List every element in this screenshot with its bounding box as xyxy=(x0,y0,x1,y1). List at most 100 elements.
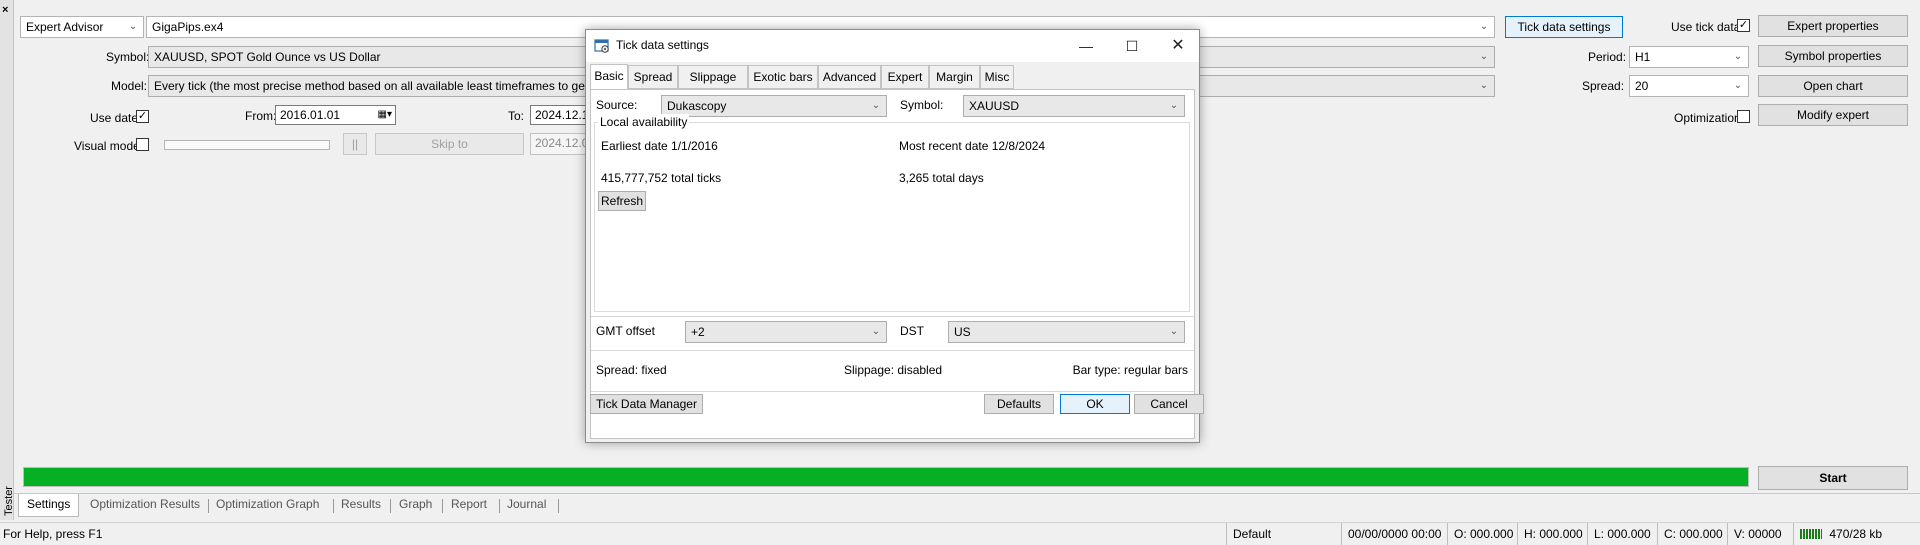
symbol-label: Symbol: xyxy=(106,50,150,64)
dialog-titlebar[interactable]: Tick data settings — ☐ ✕ xyxy=(586,30,1199,62)
most-recent-date: Most recent date 12/8/2024 xyxy=(899,139,1046,153)
gmt-offset-value: +2 xyxy=(691,325,705,339)
close-icon[interactable]: ✕ xyxy=(1168,36,1188,56)
gmt-offset-dropdown[interactable]: +2 ⌄ xyxy=(685,321,887,343)
period-dropdown[interactable]: H1 ⌄ xyxy=(1629,46,1749,68)
tab-separator xyxy=(442,499,443,513)
visual-mode-label: Visual mode xyxy=(74,139,140,153)
source-label: Source: xyxy=(596,98,638,112)
tab-misc[interactable]: Misc xyxy=(980,65,1014,89)
period-label: Period: xyxy=(1588,50,1627,64)
tab-separator xyxy=(558,499,559,513)
spread-value: 20 xyxy=(1635,79,1649,93)
spread-label: Spread: xyxy=(1582,79,1625,93)
visual-mode-checkbox[interactable] xyxy=(136,138,149,151)
spread-info: Spread: fixed xyxy=(596,363,667,377)
close-tester-icon[interactable]: × xyxy=(2,4,8,16)
use-date-checkbox[interactable]: ✓ xyxy=(136,110,149,123)
model-label: Model: xyxy=(111,79,148,93)
local-availability-label: Local availability xyxy=(598,114,690,130)
tab-report[interactable]: Report xyxy=(451,494,487,516)
tick-data-manager-button[interactable]: Tick Data Manager xyxy=(590,394,703,414)
status-close: C: 000.000 xyxy=(1657,523,1734,545)
expert-file-value: GigaPips.ex4 xyxy=(152,20,224,34)
source-dropdown[interactable]: Dukascopy ⌄ xyxy=(661,95,887,117)
optimization-checkbox[interactable] xyxy=(1737,110,1750,123)
from-date-field[interactable]: 2016.01.01 ▦▾ xyxy=(275,105,396,125)
skip-date-field[interactable]: 2024.12.02 xyxy=(530,133,586,155)
tester-side-strip: × Tester xyxy=(0,0,15,520)
tab-optimization-graph[interactable]: Optimization Graph xyxy=(216,494,319,516)
expert-type-value: Expert Advisor xyxy=(26,20,104,34)
to-date-field[interactable]: 2024.12.16 xyxy=(530,105,586,125)
from-label: From: xyxy=(245,109,277,123)
chevron-down-icon: ⌄ xyxy=(128,21,138,32)
chevron-down-icon: ⌄ xyxy=(871,100,881,111)
status-open: O: 000.000 xyxy=(1447,523,1524,545)
dialog-symbol-dropdown[interactable]: XAUUSD ⌄ xyxy=(963,95,1185,117)
refresh-button[interactable]: Refresh xyxy=(598,191,646,211)
pause-button[interactable]: || xyxy=(343,133,367,155)
tab-advanced[interactable]: Advanced xyxy=(818,65,881,89)
maximize-icon[interactable]: ☐ xyxy=(1122,36,1142,56)
expert-type-dropdown[interactable]: Expert Advisor ⌄ xyxy=(20,16,144,38)
tester-tabs: Settings Optimization Results Optimizati… xyxy=(14,493,1920,517)
tab-spread[interactable]: Spread xyxy=(628,65,678,89)
basic-tab-panel: Source: Dukascopy ⌄ Symbol: XAUUSD ⌄ Loc… xyxy=(590,89,1204,439)
source-value: Dukascopy xyxy=(667,99,727,113)
symbol-properties-button[interactable]: Symbol properties xyxy=(1758,45,1908,67)
visual-speed-slider[interactable] xyxy=(164,140,330,150)
use-tick-data-checkbox[interactable]: ✓ xyxy=(1737,19,1750,32)
chevron-down-icon: ⌄ xyxy=(1733,80,1743,91)
tab-expert[interactable]: Expert xyxy=(881,65,929,89)
divider xyxy=(591,391,1194,392)
dst-value: US xyxy=(954,325,971,339)
dialog-symbol-value: XAUUSD xyxy=(969,99,1020,113)
defaults-button[interactable]: Defaults xyxy=(984,394,1054,414)
skip-to-button[interactable]: Skip to xyxy=(375,133,524,155)
tab-settings[interactable]: Settings xyxy=(18,494,80,517)
chevron-down-icon: ⌄ xyxy=(871,326,881,337)
status-high: H: 000.000 xyxy=(1517,523,1594,545)
ok-button[interactable]: OK xyxy=(1060,394,1130,414)
chevron-down-icon: ⌄ xyxy=(1479,21,1489,32)
connection-bars-icon xyxy=(1800,529,1822,539)
tab-results[interactable]: Results xyxy=(341,494,381,516)
tab-margin[interactable]: Margin xyxy=(929,65,980,89)
calendar-dropdown-icon[interactable]: ▦▾ xyxy=(378,106,392,124)
dialog-symbol-label: Symbol: xyxy=(900,98,944,112)
to-label: To: xyxy=(508,109,525,123)
tab-optimization-results[interactable]: Optimization Results xyxy=(90,494,200,516)
spread-dropdown[interactable]: 20 ⌄ xyxy=(1629,75,1749,97)
open-chart-button[interactable]: Open chart xyxy=(1758,75,1908,97)
status-volume: V: 00000 xyxy=(1727,523,1800,545)
dst-dropdown[interactable]: US ⌄ xyxy=(948,321,1185,343)
dst-label: DST xyxy=(900,324,924,338)
tick-data-settings-dialog: Tick data settings — ☐ ✕ Basic Spread Sl… xyxy=(585,29,1204,443)
tab-separator xyxy=(499,499,500,513)
earliest-date: Earliest date 1/1/2016 xyxy=(601,139,718,153)
modify-expert-button[interactable]: Modify expert xyxy=(1758,104,1908,126)
chevron-down-icon: ⌄ xyxy=(1479,51,1489,62)
tab-slippage[interactable]: Slippage xyxy=(678,65,748,89)
checkmark-icon: ✓ xyxy=(1738,19,1749,31)
slippage-info: Slippage: disabled xyxy=(844,363,943,377)
divider xyxy=(591,350,1194,351)
status-low: L: 000.000 xyxy=(1587,523,1664,545)
tick-data-settings-button[interactable]: Tick data settings xyxy=(1505,16,1623,38)
tab-journal[interactable]: Journal xyxy=(507,494,546,516)
progress-fill xyxy=(24,468,1748,486)
tab-separator xyxy=(333,499,334,513)
cancel-button[interactable]: Cancel xyxy=(1134,394,1204,414)
start-button[interactable]: Start xyxy=(1758,466,1908,490)
test-progress-bar xyxy=(23,467,1749,487)
total-ticks: 415,777,752 total ticks xyxy=(601,171,722,185)
tab-basic[interactable]: Basic xyxy=(590,64,628,89)
skip-date-value: 2024.12.02 xyxy=(535,136,585,150)
tab-exotic-bars[interactable]: Exotic bars xyxy=(748,65,818,89)
tab-separator xyxy=(390,499,391,513)
expert-properties-button[interactable]: Expert properties xyxy=(1758,15,1908,37)
status-profile: Default xyxy=(1226,523,1348,545)
minimize-icon[interactable]: — xyxy=(1076,36,1096,56)
tab-graph[interactable]: Graph xyxy=(399,494,432,516)
